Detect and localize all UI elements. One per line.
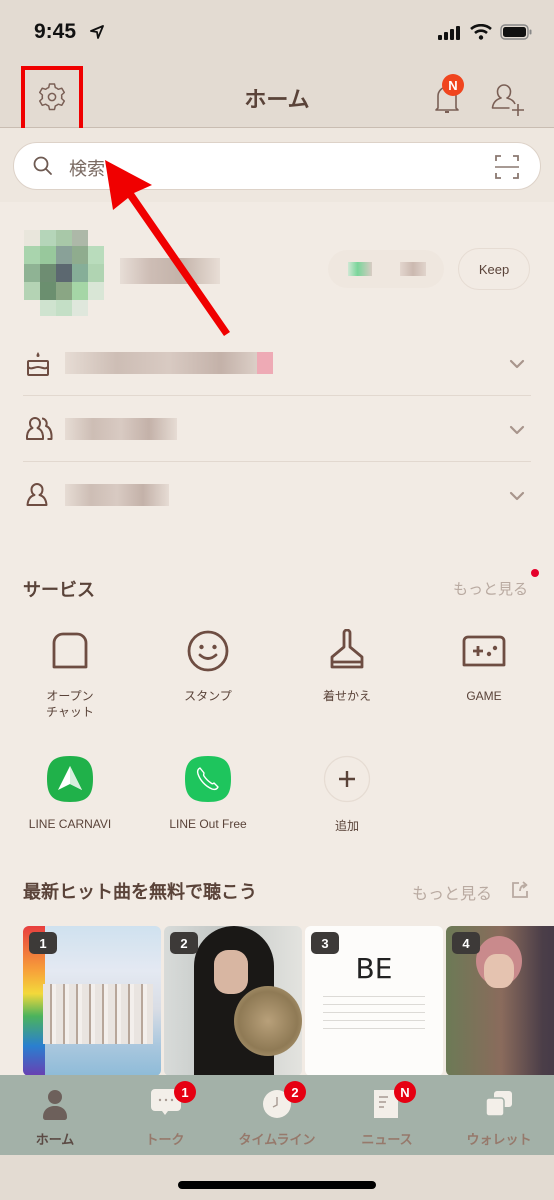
page-title: ホーム (244, 88, 310, 113)
album-carousel: 1 2 BE 3 4 (0, 926, 554, 1076)
friends-text-blurred (65, 484, 169, 506)
bell-icon (430, 86, 464, 120)
add-friend-button[interactable] (490, 82, 528, 118)
search-area: 検索 (0, 128, 554, 202)
notifications-badge: N (442, 74, 464, 96)
status-bar: 9:45 (0, 0, 554, 62)
avatar[interactable] (24, 230, 104, 318)
service-label: 追加 (334, 819, 359, 833)
services-more-link[interactable]: もっと見る (453, 578, 528, 599)
tab-wallet[interactable]: ウォレット (444, 1075, 554, 1155)
new-indicator-dot (531, 569, 539, 577)
line-carnavi-icon (43, 752, 97, 806)
pill-blur (348, 262, 372, 276)
bottom-tab-bar: ホーム 1 トーク 2 タイムライン N ニュース ウォレット (0, 1075, 554, 1155)
wallet-icon (482, 1087, 516, 1121)
wifi-icon (470, 23, 492, 44)
tab-timeline[interactable]: 2 タイムライン (222, 1075, 332, 1155)
sticker-icon (181, 624, 235, 678)
service-line-carnavi[interactable]: LINE CARNAVI (10, 752, 130, 832)
album-art (234, 986, 302, 1056)
service-label: 着せかえ (322, 689, 371, 703)
music-title: 最新ヒット曲を無料で聴こう (23, 882, 257, 903)
tab-label: トーク (145, 1133, 185, 1148)
service-stickers[interactable]: スタンプ (148, 624, 268, 704)
search-placeholder: 検索 (69, 159, 105, 180)
profile-status-pill[interactable] (328, 250, 444, 288)
keep-button[interactable]: Keep (458, 248, 530, 290)
chevron-down-icon[interactable] (509, 354, 525, 373)
service-open-chat[interactable]: オープン チャット (10, 624, 130, 720)
location-arrow-icon (90, 24, 104, 43)
search-icon (32, 155, 54, 181)
info-row-birthdays[interactable] (23, 330, 531, 396)
tab-label: ホーム (35, 1133, 75, 1148)
groups-text-blurred (65, 418, 177, 440)
album-rank: 3 (311, 932, 339, 954)
album-card[interactable]: 4 (446, 926, 554, 1076)
birthday-cake-icon (25, 350, 51, 382)
search-input[interactable]: 検索 (13, 142, 541, 190)
chevron-down-icon[interactable] (509, 420, 525, 439)
service-label: LINE CARNAVI (28, 817, 112, 831)
info-list (23, 330, 531, 528)
service-label: LINE Out Free (169, 817, 247, 831)
battery-icon (500, 24, 532, 44)
services-title: サービス (23, 580, 95, 601)
cellular-signal-icon (438, 25, 462, 44)
tab-label: ニュース (361, 1133, 413, 1148)
service-label: オープン チャット (46, 689, 94, 719)
groups-icon (25, 416, 53, 446)
profile-name-blurred (120, 258, 220, 284)
line-out-free-icon (181, 752, 235, 806)
game-icon (457, 624, 511, 678)
tab-home[interactable]: ホーム (0, 1075, 110, 1155)
service-label: スタンプ (184, 689, 232, 703)
birthday-text-blurred (65, 352, 273, 374)
album-card[interactable]: 2 (164, 926, 302, 1076)
tab-chats[interactable]: 1 トーク (110, 1075, 220, 1155)
tab-badge: 1 (174, 1081, 196, 1103)
open-chat-icon (43, 624, 97, 678)
service-label: GAME (466, 689, 502, 703)
album-art (484, 954, 514, 988)
blur-accent (257, 352, 273, 374)
notifications-button[interactable]: N (430, 74, 464, 116)
tab-badge: N (394, 1081, 416, 1103)
friend-icon (25, 482, 49, 512)
add-icon (320, 752, 374, 806)
header: ホーム N (0, 62, 554, 132)
qr-scan-icon[interactable] (494, 154, 520, 184)
music-more-link[interactable]: もっと見る (412, 880, 492, 904)
home-person-icon (38, 1087, 72, 1121)
album-art (214, 950, 248, 994)
album-cover-text: BE (355, 952, 393, 985)
external-link-icon[interactable] (510, 880, 530, 904)
service-game[interactable]: GAME (424, 624, 544, 704)
home-indicator[interactable] (178, 1181, 376, 1189)
album-rank: 2 (170, 932, 198, 954)
theme-icon (320, 624, 374, 678)
service-add[interactable]: 追加 (287, 752, 407, 834)
album-rank: 4 (452, 932, 480, 954)
info-row-groups[interactable] (23, 396, 531, 462)
chevron-down-icon[interactable] (509, 486, 525, 505)
tab-news[interactable]: N ニュース (332, 1075, 442, 1155)
album-card[interactable]: 1 (23, 926, 161, 1076)
album-art (43, 984, 153, 1044)
tab-badge: 2 (284, 1081, 306, 1103)
album-art (323, 996, 425, 1032)
service-themes[interactable]: 着せかえ (287, 624, 407, 704)
tab-label: タイムライン (238, 1133, 316, 1148)
status-time: 9:45 (34, 20, 77, 43)
album-card[interactable]: BE 3 (305, 926, 443, 1076)
add-friend-icon (490, 84, 528, 122)
album-rank: 1 (29, 932, 57, 954)
home-indicator-area (0, 1155, 554, 1200)
info-row-friends[interactable] (23, 462, 531, 528)
service-line-out-free[interactable]: LINE Out Free (148, 752, 268, 832)
pill-blur (400, 262, 426, 276)
tab-label: ウォレット (466, 1133, 532, 1148)
my-profile[interactable]: Keep (0, 202, 554, 322)
